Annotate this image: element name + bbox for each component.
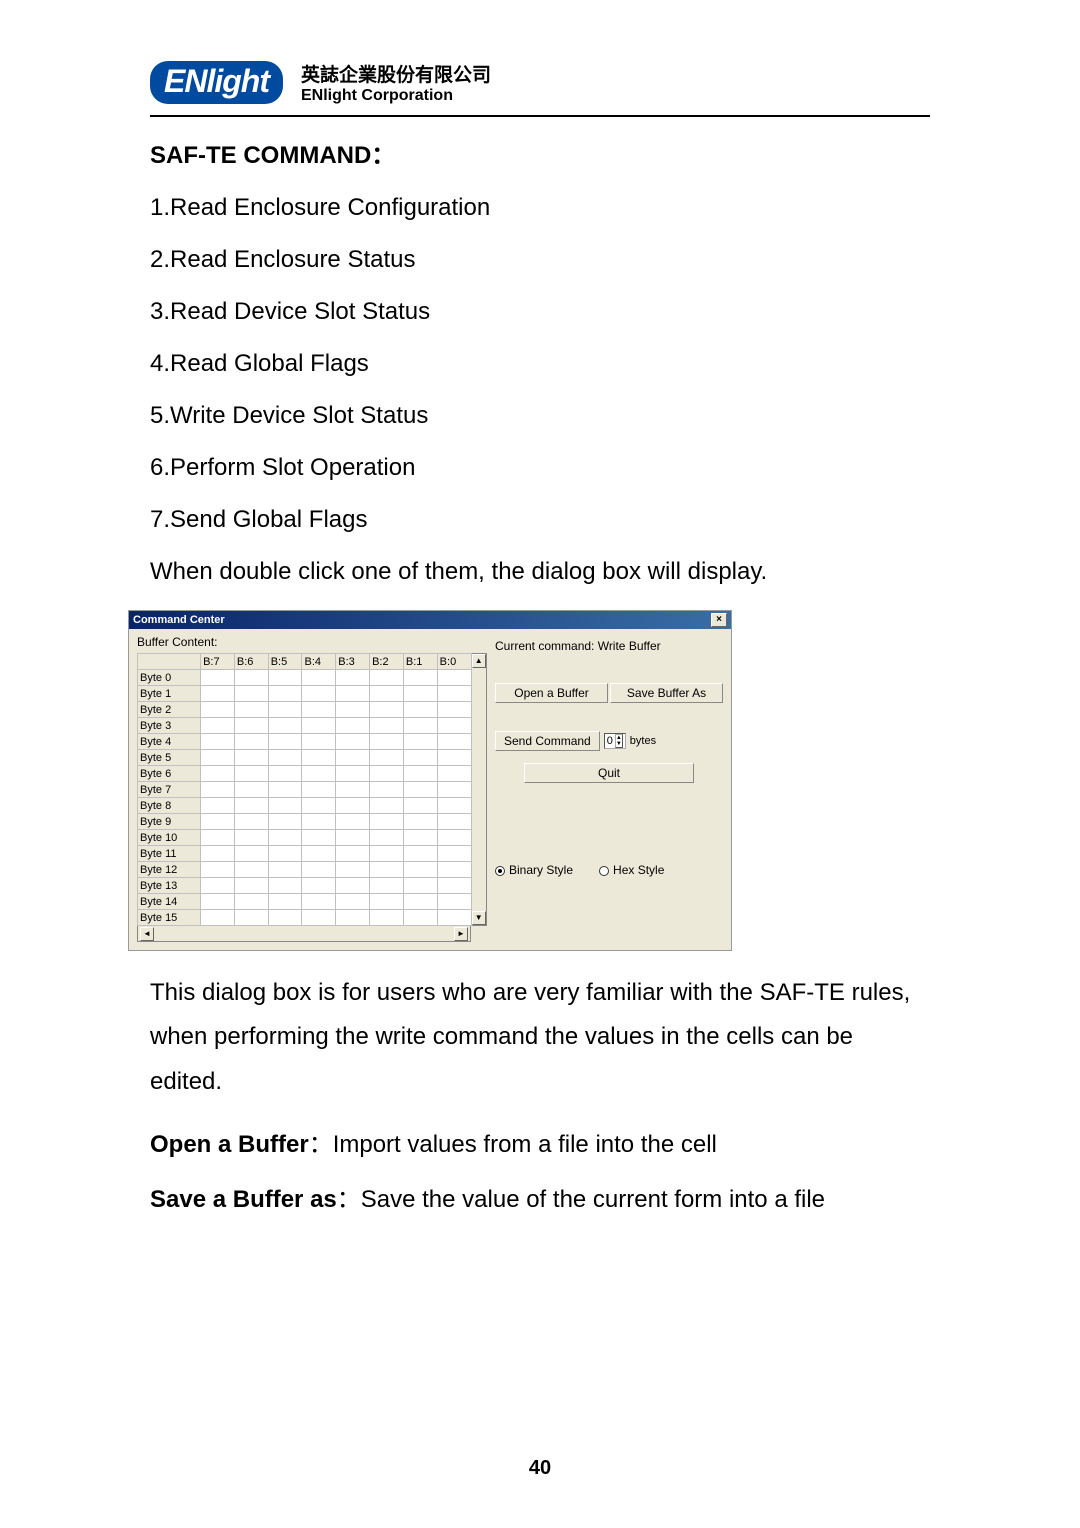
table-row: Byte 12 [138,862,472,878]
table-row: Byte 8 [138,798,472,814]
col-header: B:2 [370,654,404,670]
grid-header-row: B:7 B:6 B:5 B:4 B:3 B:2 B:1 B:0 [138,654,472,670]
command-item: 7.Send Global Flags [150,506,930,534]
save-buffer-button[interactable]: Save Buffer As [610,683,723,703]
binary-style-radio[interactable]: Binary Style [495,863,573,877]
col-header: B:5 [268,654,302,670]
table-row: Byte 11 [138,846,472,862]
table-row: Byte 15 [138,910,472,926]
dialog-titlebar: Command Center × [129,611,731,629]
command-item: 4.Read Global Flags [150,350,930,378]
instruction-sentence: When double click one of them, the dialo… [150,558,930,586]
definition-open-buffer: Open a Buffer：Import values from a file … [150,1124,930,1159]
radio-dot-icon [495,866,505,876]
page-header: ENlight 英誌企業股份有限公司 ENlight Corporation [150,60,930,117]
command-item: 3.Read Device Slot Status [150,298,930,326]
header-cjk: 英誌企業股份有限公司 [301,60,491,87]
open-buffer-button[interactable]: Open a Buffer [495,683,608,703]
table-row: Byte 10 [138,830,472,846]
table-row: Byte 9 [138,814,472,830]
buffer-content-label: Buffer Content: [137,635,487,649]
command-item: 2.Read Enclosure Status [150,246,930,274]
col-header: B:1 [403,654,437,670]
paragraph-after-dialog: This dialog box is for users who are ver… [150,971,930,1104]
enlight-logo: ENlight [150,61,283,104]
close-icon[interactable]: × [711,613,727,627]
table-row: Byte 13 [138,878,472,894]
section-title: SAF-TE COMMAND： [150,135,930,170]
table-row: Byte 1 [138,686,472,702]
header-en: ENlight Corporation [301,87,491,105]
definition-save-buffer: Save a Buffer as：Save the value of the c… [150,1179,930,1214]
scroll-up-icon[interactable]: ▲ [472,654,486,668]
send-command-button[interactable]: Send Command [495,731,600,751]
dialog-side-panel: Current command: Write Buffer Open a Buf… [487,635,723,942]
page-number: 40 [0,1457,1080,1480]
buffer-grid[interactable]: B:7 B:6 B:5 B:4 B:3 B:2 B:1 B:0 Byte 0 B… [137,653,472,926]
header-text: 英誌企業股份有限公司 ENlight Corporation [301,60,491,105]
bytes-label: bytes [630,735,656,747]
vertical-scrollbar[interactable]: ▲ ▼ [472,653,488,926]
command-list: 1.Read Enclosure Configuration 2.Read En… [150,194,930,534]
command-item: 6.Perform Slot Operation [150,454,930,482]
table-row: Byte 6 [138,766,472,782]
hex-style-radio[interactable]: Hex Style [599,863,664,877]
radio-dot-icon [599,866,609,876]
dialog-title-text: Command Center [133,614,225,626]
table-row: Byte 3 [138,718,472,734]
buffer-grid-wrapper: Buffer Content: B:7 B:6 B:5 B:4 B:3 B:2 … [137,635,487,942]
col-header: B:4 [302,654,336,670]
scroll-left-icon[interactable]: ◄ [140,927,154,941]
bytes-value: 0 [607,735,613,747]
col-header: B:3 [336,654,370,670]
col-header: B:6 [234,654,268,670]
quit-button[interactable]: Quit [524,763,694,783]
horizontal-scrollbar[interactable]: ◄ ► [137,926,471,942]
bytes-spinner[interactable]: 0 ▲▼ [604,733,626,749]
scroll-right-icon[interactable]: ► [454,927,468,941]
table-row: Byte 4 [138,734,472,750]
current-command-label: Current command: Write Buffer [495,639,723,653]
scroll-down-icon[interactable]: ▼ [472,911,486,925]
table-row: Byte 0 [138,670,472,686]
command-item: 5.Write Device Slot Status [150,402,930,430]
spinner-caret-icon[interactable]: ▲▼ [615,734,623,748]
col-header: B:0 [437,654,471,670]
col-header: B:7 [201,654,235,670]
table-row: Byte 7 [138,782,472,798]
table-row: Byte 2 [138,702,472,718]
table-row: Byte 14 [138,894,472,910]
table-row: Byte 5 [138,750,472,766]
command-item: 1.Read Enclosure Configuration [150,194,930,222]
command-center-dialog: Command Center × Buffer Content: B:7 B:6… [128,610,732,951]
